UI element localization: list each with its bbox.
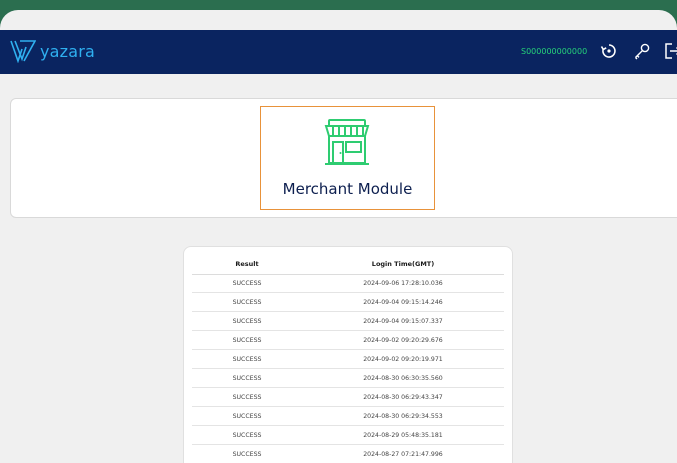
logout-icon[interactable] [664, 42, 677, 60]
merchant-id-label[interactable]: S000000000000 [521, 47, 587, 56]
cell-login-time: 2024-09-02 09:20:19.971 [363, 356, 443, 363]
top-navigation-bar: yazara S000000000000 [0, 30, 677, 74]
store-icon [324, 119, 370, 165]
table-row: SUCCESS 2024-09-06 17:28:10.036 [192, 274, 504, 293]
table-row: SUCCESS 2024-09-02 09:20:29.676 [192, 331, 504, 350]
cell-result: SUCCESS [232, 337, 262, 344]
cell-login-time: 2024-08-29 05:48:35.181 [363, 432, 443, 439]
table-row: SUCCESS 2024-08-30 06:29:43.347 [192, 388, 504, 407]
table-row: SUCCESS 2024-09-02 09:20:19.971 [192, 350, 504, 369]
cell-result: SUCCESS [232, 318, 262, 325]
cell-login-time: 2024-08-27 07:21:47.996 [363, 451, 443, 458]
app-window: yazara S000000000000 Merchant Module Res… [0, 10, 677, 463]
table-row: SUCCESS 2024-09-04 09:15:07.337 [192, 312, 504, 331]
table-row: SUCCESS 2024-08-27 07:21:47.996 [192, 445, 504, 463]
cell-result: SUCCESS [232, 394, 262, 401]
cell-result: SUCCESS [232, 299, 262, 306]
key-icon[interactable] [633, 42, 651, 60]
cell-result: SUCCESS [232, 413, 262, 420]
refresh-icon[interactable] [600, 42, 618, 60]
column-header-login-time: Login Time(GMT) [371, 260, 435, 268]
table-row: SUCCESS 2024-08-30 06:30:35.560 [192, 369, 504, 388]
cell-login-time: 2024-09-06 17:28:10.036 [363, 280, 443, 287]
cell-result: SUCCESS [232, 451, 262, 458]
cell-result: SUCCESS [232, 432, 262, 439]
merchant-module-label: Merchant Module [282, 180, 413, 198]
cell-login-time: 2024-09-02 09:20:29.676 [363, 337, 443, 344]
cell-result: SUCCESS [232, 356, 262, 363]
cell-login-time: 2024-09-04 09:15:14.246 [363, 299, 443, 306]
table-header: Result Login Time(GMT) [192, 256, 504, 275]
column-header-result: Result [235, 260, 259, 268]
cell-login-time: 2024-08-30 06:29:43.347 [363, 394, 443, 401]
cell-login-time: 2024-09-04 09:15:07.337 [363, 318, 443, 325]
merchant-module-tile[interactable]: Merchant Module [260, 106, 435, 210]
cell-login-time: 2024-08-30 06:29:34.553 [363, 413, 443, 420]
table-row: SUCCESS 2024-09-04 09:15:14.246 [192, 293, 504, 312]
cell-result: SUCCESS [232, 280, 262, 287]
yazara-logo-icon[interactable] [10, 39, 36, 63]
table-row: SUCCESS 2024-08-29 05:48:35.181 [192, 426, 504, 445]
login-history-table: Result Login Time(GMT) SUCCESS 2024-09-0… [183, 246, 513, 463]
cell-login-time: 2024-08-30 06:30:35.560 [363, 375, 443, 382]
table-row: SUCCESS 2024-08-30 06:29:34.553 [192, 407, 504, 426]
cell-result: SUCCESS [232, 375, 262, 382]
module-card: Merchant Module [10, 98, 677, 218]
brand-name: yazara [40, 42, 96, 61]
